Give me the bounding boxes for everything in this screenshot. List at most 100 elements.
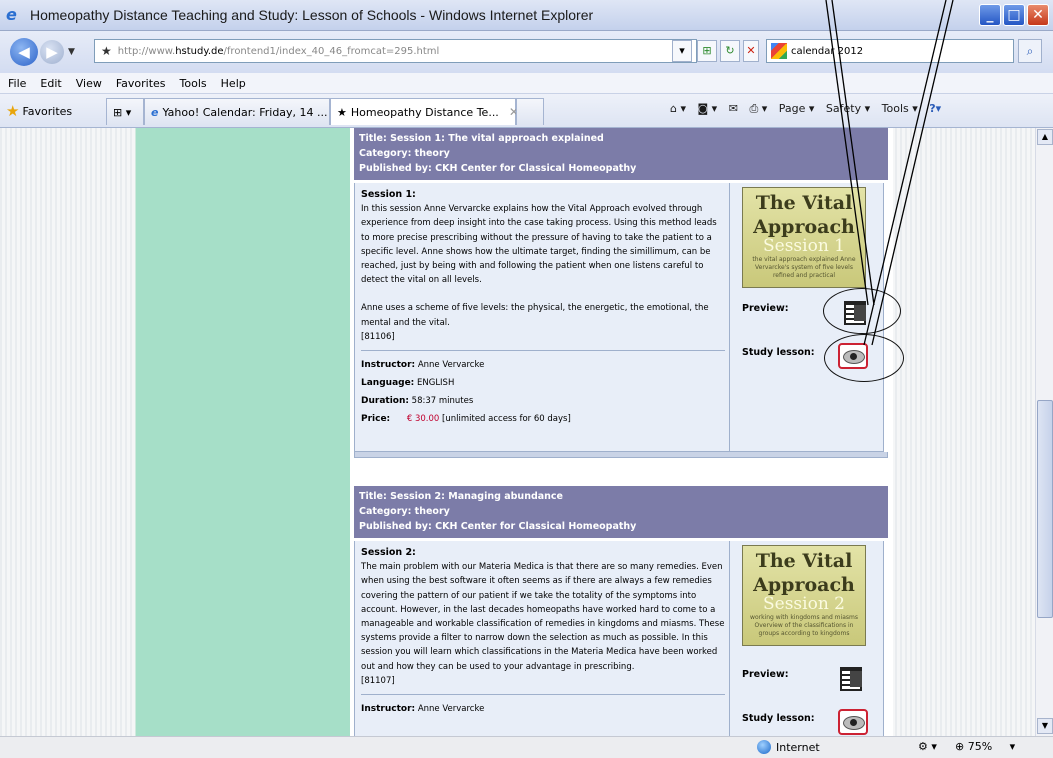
compatibility-icon[interactable]: ⊞: [697, 40, 717, 62]
favorites-star-icon: ★: [6, 102, 20, 120]
command-bar: ⌂ ▾ ◙ ▾ ✉ ⎙ ▾ Page ▾ Safety ▾ Tools ▾ ?▾: [670, 102, 949, 116]
menu-view[interactable]: View: [76, 77, 102, 90]
favorites-bar: ★ Favorites ⊞ ▾ e Yahoo! Calendar: Frida…: [0, 94, 1053, 128]
tab-homeopathy[interactable]: ★ Homeopathy Distance Te... ✕: [330, 98, 519, 125]
favorites-button[interactable]: ★ Favorites: [6, 102, 72, 120]
feeds-icon[interactable]: ◙ ▾: [698, 102, 718, 115]
url-host: hstudy.de: [175, 45, 224, 57]
search-value: calendar 2012: [791, 45, 864, 57]
session-label: Session 2:: [361, 547, 416, 558]
menu-tools[interactable]: Tools: [180, 77, 207, 90]
lesson-category: Category: theory: [359, 506, 450, 517]
lesson-body: Session 1: In this session Anne Vervarck…: [354, 180, 888, 452]
lesson-publisher: Published by: CKH Center for Classical H…: [359, 163, 637, 174]
close-window-button[interactable]: ✕: [1027, 4, 1049, 26]
tab-label: Homeopathy Distance Te...: [350, 105, 499, 119]
session-code: [81106]: [361, 331, 395, 342]
menu-help[interactable]: Help: [221, 77, 246, 90]
instructor-row: Instructor: Anne Vervarcke: [361, 704, 485, 715]
lesson-body: Session 2: The main problem with our Mat…: [354, 538, 888, 736]
session-description: In this session Anne Vervarcke explains …: [361, 204, 717, 286]
history-dropdown-icon[interactable]: ▼: [68, 47, 75, 57]
print-icon[interactable]: ⎙ ▾: [749, 102, 767, 115]
zone-label: Internet: [776, 740, 820, 754]
lesson-title: Title: Session 1: The vital approach exp…: [359, 133, 604, 144]
tab-label: Yahoo! Calendar: Friday, 14 ...: [162, 105, 328, 119]
study-lesson-label: Study lesson:: [742, 347, 815, 358]
url-input[interactable]: ★ http://www. hstudy.de/frontend1/index_4…: [94, 39, 697, 63]
help-icon[interactable]: ?▾: [929, 102, 941, 115]
forward-button[interactable]: ▶: [40, 40, 64, 64]
instructor-row: Instructor: Anne Vervarcke: [361, 360, 485, 371]
instructor-name: Anne Vervarcke: [417, 360, 485, 371]
price-note: [unlimited access for 60 days]: [442, 414, 571, 425]
lesson-card: Title: Session 1: The vital approach exp…: [354, 128, 888, 458]
menu-favorites[interactable]: Favorites: [116, 77, 166, 90]
duration-value: 58:37 minutes: [411, 396, 474, 407]
price-value: € 30.00: [406, 414, 440, 425]
lesson-publisher: Published by: CKH Center for Classical H…: [359, 521, 637, 532]
menu-edit[interactable]: Edit: [40, 77, 61, 90]
menu-bar: File Edit View Favorites Tools Help: [0, 73, 1053, 94]
scroll-down-icon[interactable]: ▼: [1037, 718, 1053, 734]
lesson-cover-image: The Vital Approach Session 1 the vital a…: [742, 187, 866, 288]
quick-tabs-button[interactable]: ⊞ ▾: [106, 98, 144, 125]
minimize-button[interactable]: _: [979, 4, 1001, 26]
price-row: Price: € 30.00 [unlimited access for 60 …: [361, 414, 571, 425]
duration-row: Duration: 58:37 minutes: [361, 396, 474, 407]
lesson-description-panel: Session 1: In this session Anne Vervarck…: [354, 183, 730, 452]
security-zone: Internet: [757, 740, 820, 754]
left-sidebar: [135, 128, 350, 736]
study-lesson-eye-icon[interactable]: [838, 709, 868, 735]
tools-menu[interactable]: Tools ▾: [882, 102, 918, 115]
session-description: The main problem with our Materia Medica…: [361, 562, 725, 672]
lesson-card: Title: Session 2: Managing abundance Cat…: [354, 486, 888, 736]
lesson-title: Title: Session 2: Managing abundance: [359, 491, 563, 502]
preview-film-icon[interactable]: [840, 667, 862, 691]
lesson-cover-image: The Vital Approach Session 2 working wit…: [742, 545, 866, 646]
status-bar: Internet ⚙ ▾ ⊕ 75% ▾: [0, 736, 1053, 758]
zoom-control[interactable]: ⊕ 75% ▾: [955, 740, 1015, 753]
ie-logo-icon: e: [6, 5, 17, 24]
vertical-scrollbar[interactable]: ▲ ▼: [1035, 128, 1053, 736]
page-viewport: Title: Session 1: The vital approach exp…: [0, 128, 1035, 736]
lesson-header: Title: Session 1: The vital approach exp…: [354, 128, 888, 180]
stop-icon[interactable]: ✕: [743, 40, 759, 62]
new-tab-button[interactable]: [516, 98, 544, 125]
session-description-2: Anne uses a scheme of five levels: the p…: [361, 303, 709, 328]
search-go-icon[interactable]: ⌕: [1018, 39, 1042, 63]
protected-mode-icon[interactable]: ⚙ ▾: [918, 740, 937, 753]
url-dropdown-icon[interactable]: ▾: [672, 40, 692, 62]
page-star-icon: ★: [101, 44, 112, 58]
session-code: [81107]: [361, 675, 395, 686]
session-label: Session 1:: [361, 189, 416, 200]
home-icon[interactable]: ⌂ ▾: [670, 102, 686, 115]
window-controls: _ □ ✕: [979, 4, 1049, 26]
url-path: /frontend1/index_40_46_fromcat=295.html: [223, 45, 440, 57]
back-button[interactable]: ◀: [10, 38, 38, 66]
globe-icon: [757, 740, 771, 754]
lesson-side-panel: The Vital Approach Session 2 working wit…: [730, 541, 884, 736]
safety-menu[interactable]: Safety ▾: [826, 102, 870, 115]
study-lesson-label: Study lesson:: [742, 713, 815, 724]
quick-tabs-icon: ⊞ ▾: [113, 105, 132, 119]
mail-icon[interactable]: ✉: [729, 102, 738, 115]
refresh-icon[interactable]: ↻: [720, 40, 740, 62]
maximize-button[interactable]: □: [1003, 4, 1025, 26]
ie-page-icon: e: [151, 105, 159, 119]
page-menu[interactable]: Page ▾: [779, 102, 815, 115]
search-input[interactable]: calendar 2012: [766, 39, 1014, 63]
menu-file[interactable]: File: [8, 77, 26, 90]
highlight-oval-preview: [823, 288, 901, 334]
language-value: ENGLISH: [417, 378, 455, 389]
tab-yahoo-calendar[interactable]: e Yahoo! Calendar: Friday, 14 ...: [144, 98, 330, 125]
tab-star-icon: ★: [337, 105, 347, 119]
zoom-value: 75%: [967, 740, 993, 753]
google-logo-icon: [771, 43, 787, 59]
highlight-oval-study: [824, 334, 904, 382]
scroll-thumb[interactable]: [1037, 400, 1053, 618]
scroll-up-icon[interactable]: ▲: [1037, 129, 1053, 145]
preview-label: Preview:: [742, 303, 789, 314]
favorites-label: Favorites: [22, 104, 73, 118]
zoom-dropdown-icon[interactable]: ▾: [1010, 740, 1016, 753]
